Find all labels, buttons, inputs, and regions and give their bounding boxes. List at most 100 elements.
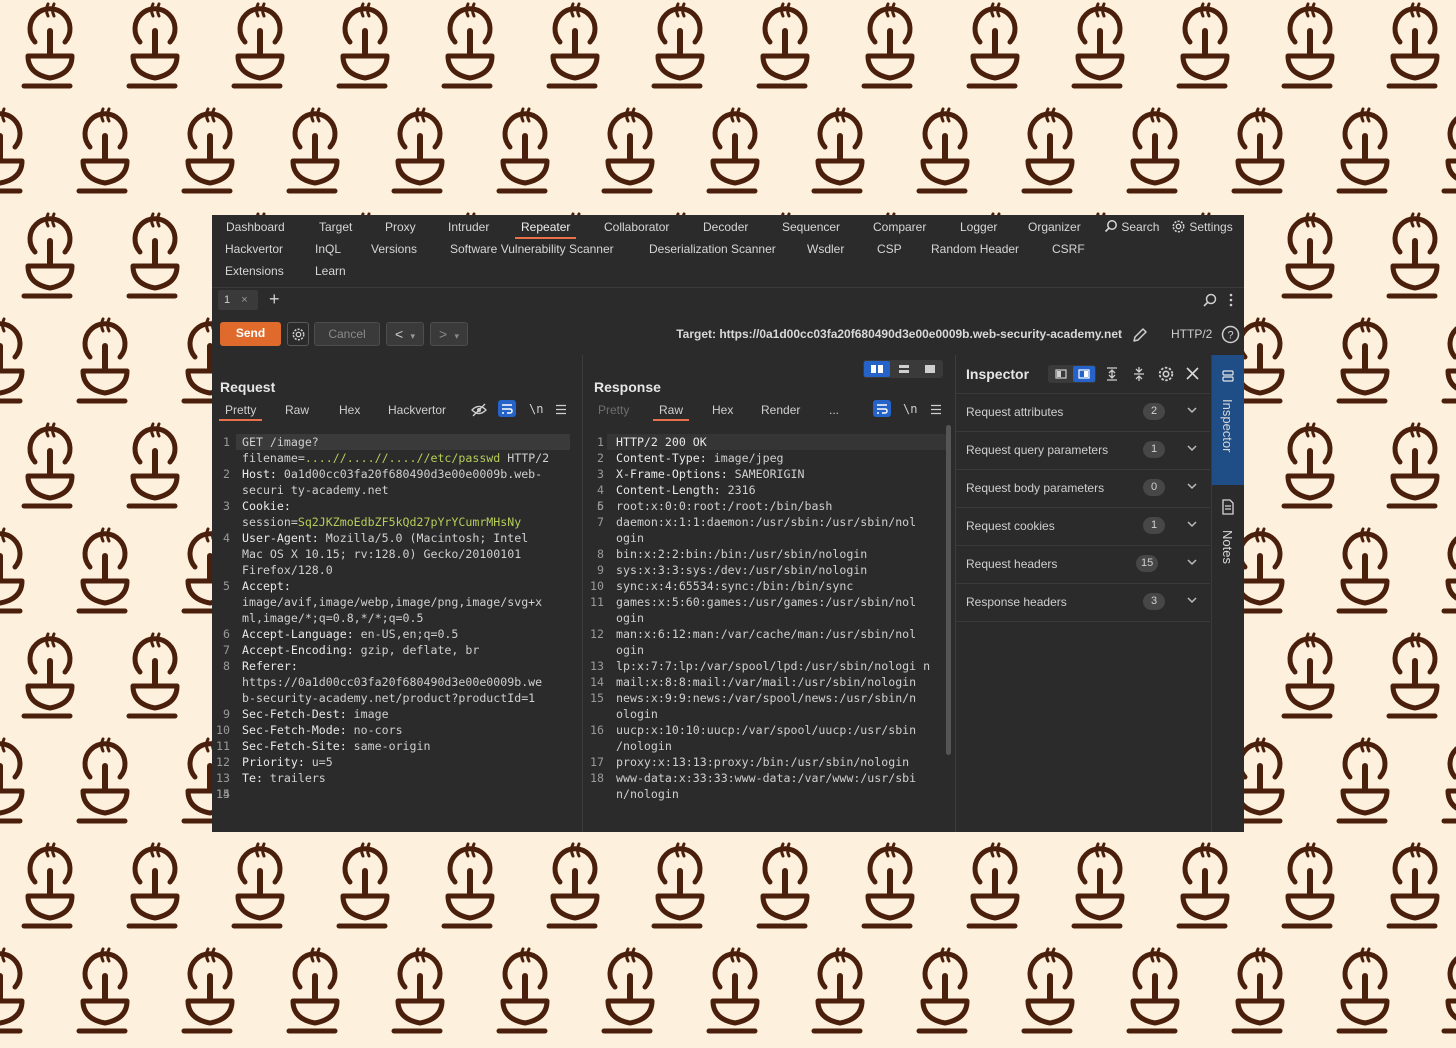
wrap-lines-toggle[interactable] (873, 400, 891, 417)
menu-proxy[interactable]: Proxy (385, 216, 416, 238)
menu-learn[interactable]: Learn (315, 260, 346, 282)
search-menu-button[interactable]: Search (1104, 216, 1159, 238)
menu-random-header[interactable]: Random Header (931, 238, 1019, 260)
inspector-row-request-attributes[interactable]: Request attributes 2 (956, 393, 1210, 432)
menu-repeater[interactable]: Repeater (514, 216, 577, 239)
repeater-tab-1[interactable]: 1 × (218, 290, 258, 310)
response-title: Response (594, 379, 661, 395)
hide-eye-icon[interactable] (471, 403, 487, 417)
header-name: Cookie: (242, 499, 291, 513)
inspector-row-label: Request body parameters (966, 481, 1105, 495)
code-line: 7 Accept-Encoding: gzip, deflate, br (212, 642, 554, 658)
menu-icon[interactable] (555, 404, 567, 415)
menu-extensions[interactable]: Extensions (225, 260, 284, 282)
send-button[interactable]: Send (220, 322, 281, 346)
menu-deserialization-scanner[interactable]: Deserialization Scanner (649, 238, 776, 260)
line-number: 5 (223, 579, 230, 593)
protocol-label[interactable]: HTTP/2 (1171, 327, 1212, 341)
menu-collaborator[interactable]: Collaborator (604, 216, 669, 238)
menu-versions[interactable]: Versions (371, 238, 417, 260)
menu-csp[interactable]: CSP (877, 238, 902, 260)
wrap-icon (877, 404, 888, 414)
menu-csrf[interactable]: CSRF (1052, 238, 1085, 260)
help-icon[interactable]: ? (1221, 325, 1240, 344)
tab-response-pretty[interactable]: Pretty (598, 403, 629, 417)
menu-logger[interactable]: Logger (960, 216, 997, 238)
chevron-down-icon: ▾ (454, 331, 460, 341)
line-number: 7 (223, 643, 230, 657)
menu-decoder[interactable]: Decoder (703, 216, 748, 238)
code-line: 15 news:x:9:9:news:/var/spool/news:/usr/s… (586, 690, 938, 722)
gear-icon[interactable] (1157, 365, 1175, 383)
inspector-layout-b-button[interactable] (1073, 366, 1095, 382)
tab-response-render[interactable]: Render (761, 403, 800, 417)
inspector-row-request-body-parameters[interactable]: Request body parameters 0 (956, 469, 1210, 508)
header-value: daemon:x:1:1:daemon:/usr/sbin:/usr/sbin/… (616, 515, 924, 545)
cancel-button[interactable]: Cancel (314, 322, 380, 346)
settings-menu-button[interactable]: Settings (1171, 216, 1233, 238)
wrap-lines-toggle[interactable] (498, 400, 516, 417)
inspector-row-response-headers[interactable]: Response headers 3 (956, 583, 1210, 622)
expand-all-icon[interactable] (1104, 366, 1120, 382)
menu-sequencer[interactable]: Sequencer (782, 216, 840, 238)
sidebar-tab-notes[interactable]: Notes (1212, 495, 1244, 575)
collapse-all-icon[interactable] (1131, 366, 1147, 382)
header-name: Content-Length: (616, 483, 721, 497)
history-back-button[interactable]: < ▾ (386, 322, 424, 346)
tab-request-hackvertor[interactable]: Hackvertor (388, 403, 446, 417)
chevron-down-icon (1186, 594, 1198, 609)
layout-tabs-button[interactable] (917, 361, 943, 377)
menu-software-vulnerability-scanner[interactable]: Software Vulnerability Scanner (450, 238, 614, 260)
search-icon[interactable] (1202, 292, 1218, 308)
history-forward-button[interactable]: > ▾ (430, 322, 468, 346)
menu-icon[interactable] (930, 404, 942, 415)
code-line: 5 Accept: image/avif,image/webp,image/png… (212, 578, 554, 626)
close-icon[interactable]: × (241, 294, 247, 306)
header-value: man:x:6:12:man:/var/cache/man:/usr/sbin/… (616, 627, 924, 657)
response-scrollbar[interactable] (946, 425, 951, 755)
header-name: Accept-Encoding: (242, 643, 354, 657)
menu-wsdler[interactable]: Wsdler (807, 238, 844, 260)
menu-intruder[interactable]: Intruder (448, 216, 489, 238)
chevron-down-icon (1186, 480, 1198, 495)
header-name: HTTP/2 200 OK (616, 435, 707, 449)
menu-hackvertor[interactable]: Hackvertor (225, 238, 283, 260)
main-menu-row-1: Dashboard Target Proxy Intruder Repeater… (212, 216, 1244, 239)
tab-request-pretty[interactable]: Pretty (218, 403, 263, 421)
code-line: 6 Accept-Language: en-US,en;q=0.5 (212, 626, 554, 642)
close-icon[interactable] (1185, 366, 1200, 381)
header-value: uucp:x:10:10:uucp:/var/spool/uucp:/usr/s… (616, 723, 924, 753)
inspector-row-request-headers[interactable]: Request headers 15 (956, 545, 1210, 584)
header-name: Accept: (242, 579, 291, 593)
code-line: 16 uucp:x:10:10:uucp:/var/spool/uucp:/usr… (586, 722, 938, 754)
newline-toggle[interactable]: \n (903, 402, 917, 416)
request-editor[interactable]: 1 GET /image?filename=....//....//....//e… (212, 425, 582, 832)
menu-target[interactable]: Target (319, 216, 352, 238)
tab-response-raw[interactable]: Raw (652, 403, 690, 421)
target-url[interactable]: Target: https://0a1d00cc03fa20f680490d3e… (676, 322, 1122, 346)
menu-comparer[interactable]: Comparer (873, 216, 926, 238)
tab-response-more[interactable]: ... (829, 403, 839, 417)
inspector-row-request-cookies[interactable]: Request cookies 1 (956, 507, 1210, 546)
send-settings-button[interactable] (287, 322, 309, 346)
layout-stacked-button[interactable] (891, 361, 917, 377)
tab-request-hex[interactable]: Hex (339, 403, 360, 417)
menu-organizer[interactable]: Organizer (1028, 216, 1081, 238)
add-tab-button[interactable]: + (269, 288, 280, 310)
notes-icon (1222, 499, 1234, 515)
sidebar-tab-inspector[interactable]: Inspector (1212, 355, 1244, 485)
inspector-layout-a-button[interactable] (1050, 366, 1072, 382)
layout-side-by-side-button[interactable] (864, 361, 890, 377)
response-editor[interactable]: 1 HTTP/2 200 OK 2 Content-Type: image/jpeg 3… (583, 425, 955, 832)
count-badge: 2 (1143, 403, 1165, 420)
edit-target-icon[interactable] (1131, 326, 1149, 344)
menu-dashboard[interactable]: Dashboard (226, 216, 285, 238)
more-options-icon[interactable] (1227, 292, 1235, 308)
newline-toggle[interactable]: \n (529, 402, 543, 416)
header-name: Sec-Fetch-Mode: (242, 723, 347, 737)
inspector-row-request-query-parameters[interactable]: Request query parameters 1 (956, 431, 1210, 470)
tab-response-hex[interactable]: Hex (712, 403, 733, 417)
code-line: 17 proxy:x:13:13:proxy:/bin:/usr/sbin/nol… (586, 754, 938, 770)
menu-inql[interactable]: InQL (315, 238, 341, 260)
tab-request-raw[interactable]: Raw (285, 403, 309, 417)
